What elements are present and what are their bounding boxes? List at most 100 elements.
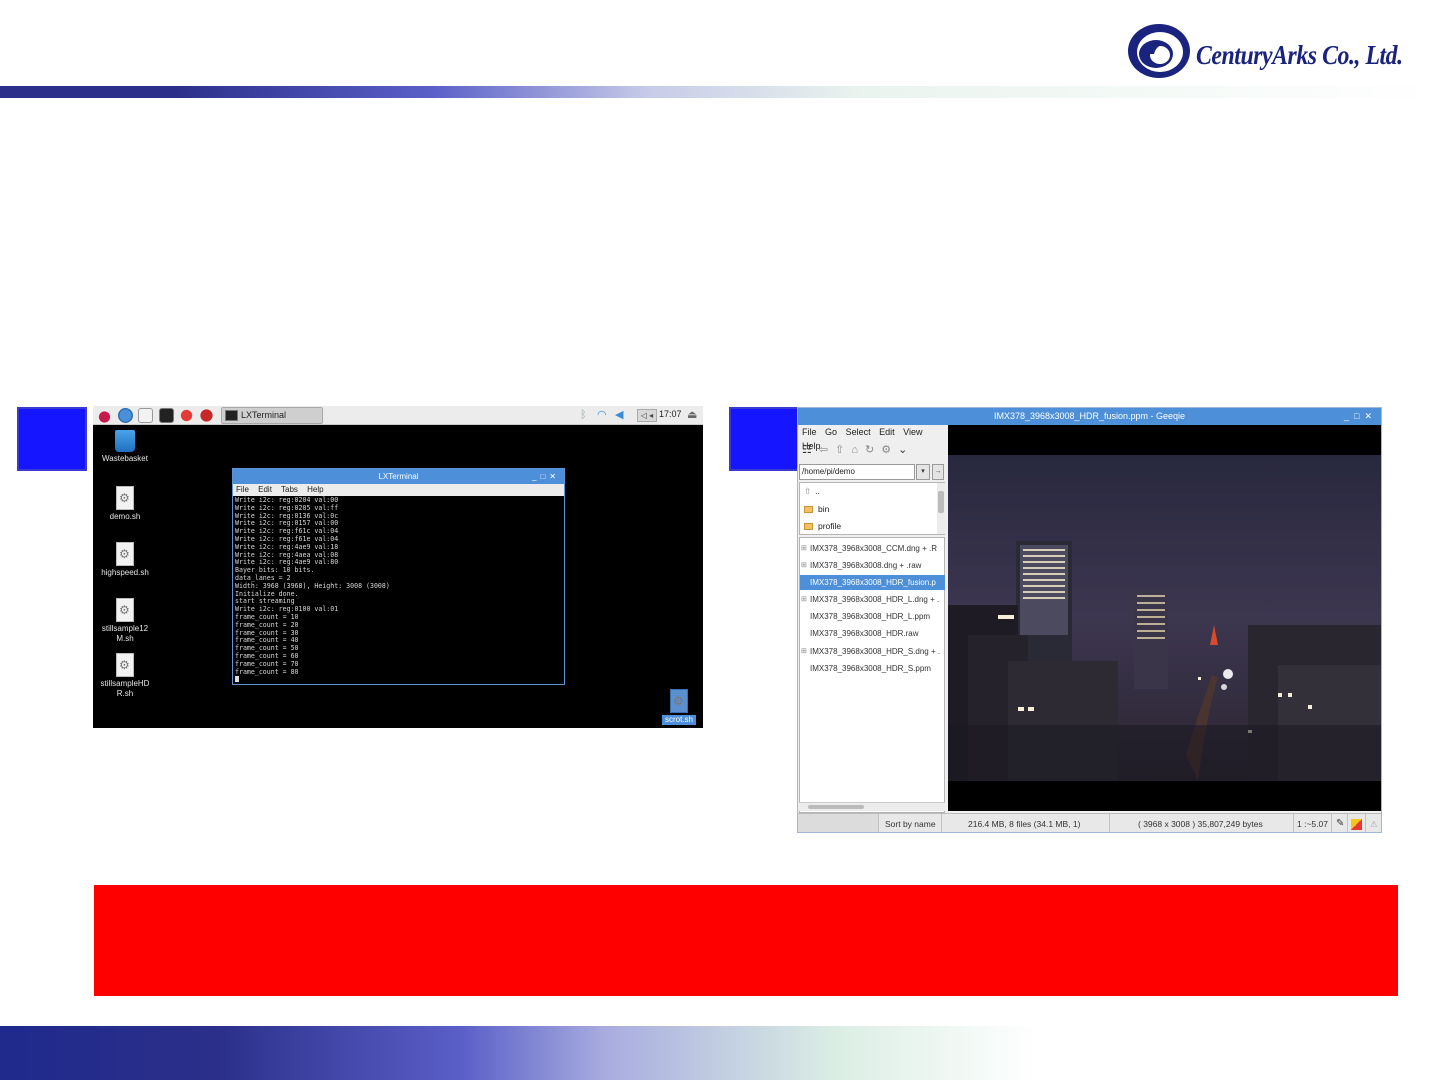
eject-icon[interactable]: ⏏ [687, 408, 697, 421]
lxterminal-titlebar[interactable]: LXTerminal _□✕ [233, 469, 564, 484]
file-name: IMX378_3968x3008_HDR_L.ppm [810, 612, 931, 621]
menu-select[interactable]: Select [846, 427, 871, 437]
path-entry[interactable]: /home/pi/demo [799, 464, 915, 480]
menu-edit[interactable]: Edit [879, 427, 895, 437]
menu-help[interactable]: Help [307, 485, 323, 494]
menu-tabs[interactable]: Tabs [281, 485, 298, 494]
menu-file[interactable]: File [802, 427, 817, 437]
company-logo: CenturyArks Co., Ltd. [1126, 22, 1426, 82]
file-name: IMX378_3968x3008_HDR_S.ppm [810, 664, 931, 673]
dir-scrollbar[interactable] [937, 483, 945, 534]
file-row[interactable]: ⊞ IMX378_3968x3008_CCM.dng + .R [800, 541, 945, 556]
desktop-icon-label: demo.sh [109, 512, 141, 521]
taskbar-lxterminal-button[interactable]: LXTerminal [221, 407, 323, 424]
path-go-button[interactable]: → [932, 464, 944, 480]
expander-icon[interactable]: ⊞ [801, 592, 807, 607]
terminal-output[interactable]: Write i2c: reg:0204 val:00 Write i2c: re… [233, 496, 564, 686]
web-browser-icon[interactable] [118, 408, 133, 423]
color-profile-icon[interactable] [1348, 814, 1366, 832]
desktop-icon-scrot-sh[interactable]: scrot.sh [647, 689, 703, 725]
dir-label: bin [818, 504, 830, 514]
volume-icon[interactable]: ◀ [615, 409, 623, 422]
desktop-icon-highspeed-sh[interactable]: highspeed.sh [93, 542, 157, 578]
home-icon[interactable]: ⌂ [851, 444, 865, 456]
company-name: CenturyArks Co., Ltd. [1196, 40, 1403, 70]
taskbar-lxterminal-label: LXTerminal [241, 410, 287, 420]
file-row[interactable]: IMX378_3968x3008_HDR_L.ppm [800, 609, 945, 624]
math-kernel-icon[interactable] [179, 408, 194, 423]
red-highlight-banner [94, 885, 1398, 996]
back-icon[interactable]: ⇦ [819, 444, 835, 456]
menu-edit[interactable]: Edit [258, 485, 272, 494]
directory-list[interactable]: ⇧.. bin profile [799, 482, 945, 535]
status-zoom: 1 :~5.07 [1294, 814, 1332, 832]
file-row[interactable]: ⊞ IMX378_3968x3008_HDR_L.dng + . [800, 592, 945, 607]
wolfram-icon[interactable] [199, 408, 214, 423]
geeqie-toolbar: ☷⇦⇧⌂↻⚙⌄ [802, 443, 942, 459]
color-picker-icon[interactable]: ✎ [1332, 814, 1348, 832]
expander-icon[interactable]: ⊞ [801, 558, 807, 573]
wifi-icon[interactable]: ◠ [597, 409, 607, 422]
file-list-hscrollbar[interactable] [799, 802, 945, 811]
night-city-photo [948, 425, 1381, 811]
desktop-icon-label: scrot.sh [662, 715, 696, 725]
file-row[interactable]: IMX378_3968x3008_HDR.raw [800, 626, 945, 641]
path-dropdown-button[interactable]: ▾ [916, 464, 930, 480]
raspberry-menu-icon[interactable] [97, 408, 112, 423]
file-name: IMX378_3968x3008_HDR_S.dng + . [810, 647, 941, 656]
write-lock-icon[interactable]: ⚠ [1366, 814, 1381, 832]
desktop-icon-label: Wastebasket [102, 454, 148, 463]
up-arrow-icon: ⇧ [804, 486, 812, 496]
lxterminal-window[interactable]: LXTerminal _□✕ File Edit Tabs Help Write… [232, 468, 565, 685]
file-name: IMX378_3968x3008_HDR.raw [810, 629, 919, 638]
pi-taskbar: LXTerminal ᛒ ◠ ◀ ◁ ◂ 17:07 ⏏ [93, 406, 703, 425]
desktop-icon-label: stillsampleHD R.sh [100, 679, 150, 698]
cpu-monitor: ◁ ◂ [637, 409, 657, 422]
header-gradient-bar [0, 86, 1440, 98]
terminal-output-text: Write i2c: reg:0204 val:00 Write i2c: re… [235, 496, 390, 676]
sort-by-button[interactable]: Sort by name [879, 814, 942, 832]
geeqie-window[interactable]: IMX378_3968x3008_HDR_fusion.ppm - Geeqie… [797, 407, 1382, 833]
image-viewer[interactable] [948, 425, 1381, 811]
desktop-icon-label: highspeed.sh [101, 568, 149, 577]
script-file-icon [116, 486, 134, 510]
file-name: IMX378_3968x3008_CCM.dng + .R [810, 544, 937, 553]
more-icon[interactable]: ⌄ [898, 444, 914, 456]
file-row-selected[interactable]: IMX378_3968x3008_HDR_fusion.p [800, 575, 945, 590]
window-controls[interactable]: _□✕ [1344, 408, 1377, 425]
up-icon[interactable]: ⇧ [835, 444, 851, 456]
refresh-icon[interactable]: ↻ [865, 444, 881, 456]
thumbnails-icon[interactable]: ☷ [802, 444, 819, 456]
settings-icon[interactable]: ⚙ [881, 444, 898, 456]
dir-label: .. [815, 486, 820, 496]
terminal-launcher-icon[interactable] [159, 408, 174, 423]
dir-bin[interactable]: bin [804, 504, 829, 514]
desktop-icon-wastebasket[interactable]: Wastebasket [93, 430, 157, 464]
file-row[interactable]: ⊞ IMX378_3968x3008.dng + .raw [800, 558, 945, 573]
desktop-icon-demo-sh[interactable]: demo.sh [93, 486, 157, 522]
menu-go[interactable]: Go [825, 427, 837, 437]
file-row[interactable]: IMX378_3968x3008_HDR_S.ppm [800, 661, 945, 676]
bluetooth-icon[interactable]: ᛒ [580, 409, 587, 422]
menu-file[interactable]: File [236, 485, 249, 494]
dir-parent[interactable]: ⇧.. [804, 486, 820, 497]
script-file-icon [116, 542, 134, 566]
status-progress [798, 814, 879, 832]
window-controls[interactable]: _□✕ [532, 469, 560, 484]
menu-view[interactable]: View [903, 427, 922, 437]
geeqie-menubar: File Go Select Edit View Help [798, 425, 946, 451]
desktop-icon-stillsample12m-sh[interactable]: stillsample12 M.sh [93, 598, 157, 644]
status-image-info: ( 3968 x 3008 ) 35,807,249 bytes [1110, 814, 1294, 832]
file-list[interactable]: ⊞ IMX378_3968x3008_CCM.dng + .R ⊞ IMX378_3… [799, 537, 945, 813]
geeqie-titlebar[interactable]: IMX378_3968x3008_HDR_fusion.ppm - Geeqie… [798, 408, 1381, 425]
footer-gradient-bar [0, 1026, 1440, 1080]
file-row[interactable]: ⊞ IMX378_3968x3008_HDR_S.dng + . [800, 644, 945, 659]
panel-clock: 17:07 [659, 409, 682, 419]
dir-profile[interactable]: profile [804, 521, 841, 531]
expander-icon[interactable]: ⊞ [801, 541, 807, 556]
file-manager-icon[interactable] [138, 408, 153, 423]
desktop-icon-stillsamplehdr-sh[interactable]: stillsampleHD R.sh [93, 653, 157, 699]
status-file-summary: 216.4 MB, 8 files (34.1 MB, 1) [942, 814, 1110, 832]
wastebasket-icon [115, 430, 135, 452]
expander-icon[interactable]: ⊞ [801, 644, 807, 659]
